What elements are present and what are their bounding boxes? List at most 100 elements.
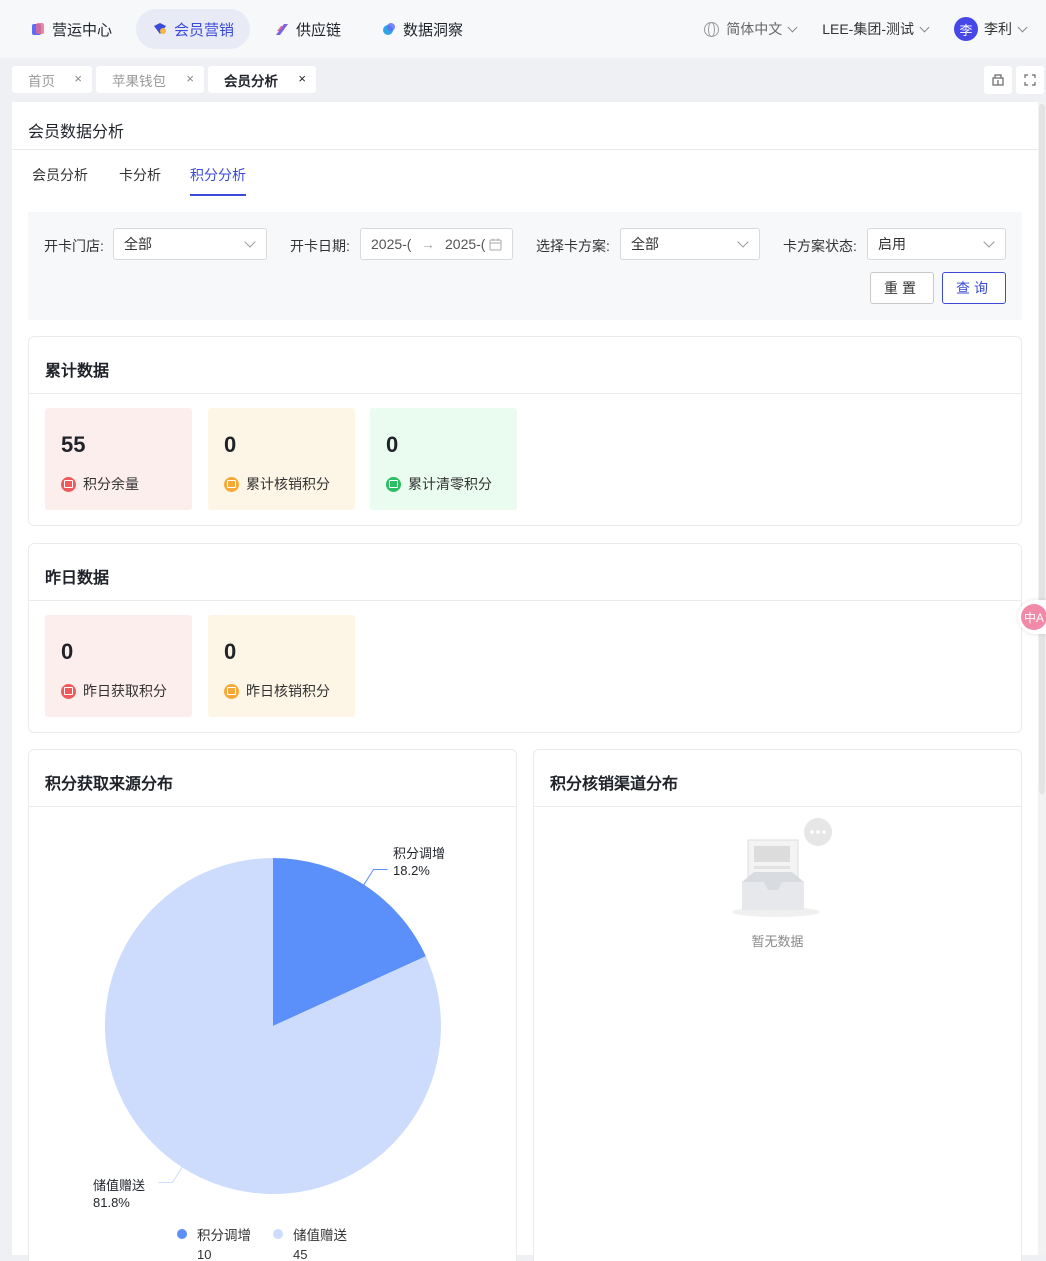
stat-label-row: 累计核销积分 (224, 474, 330, 494)
date-start[interactable]: 2025-( (371, 236, 411, 252)
legend-value: 45 (293, 1247, 308, 1261)
divider (12, 149, 1038, 150)
translate-button[interactable]: 中A (1018, 600, 1046, 634)
stat-value: 0 (61, 639, 74, 664)
chevron-down-icon (919, 22, 930, 32)
building-icon (992, 74, 1004, 86)
pie-label-pct: 18.2% (393, 863, 430, 878)
scrollbar-thumb[interactable] (1039, 104, 1045, 794)
stat-label: 昨日获取积分 (83, 683, 167, 699)
chevron-down-icon (244, 236, 256, 248)
tab-member-analysis[interactable]: 会员分析 × (208, 66, 316, 93)
globe-icon (704, 21, 720, 37)
stat-label: 积分余量 (83, 476, 139, 492)
channel-chart-card: 积分核销渠道分布 暂无数据 (533, 749, 1022, 1261)
card-title: 累计数据 (45, 363, 110, 380)
pie-label-adjust: 积分调增 18.2% (393, 845, 445, 879)
plan-select[interactable]: 全部 (620, 228, 760, 260)
nav-operations-label: 营运中心 (52, 21, 113, 39)
status-value: 启用 (878, 236, 906, 252)
page-title: 会员数据分析 (28, 124, 125, 141)
filter-area: 开卡门店: 全部 开卡日期: 2025-( → 2025-( 选择卡方案: 全部… (28, 212, 1022, 320)
reset-button[interactable]: 重置 (870, 272, 934, 304)
stat-value: 0 (386, 432, 399, 457)
nav-operations[interactable]: 营运中心 (14, 9, 128, 49)
language-selector[interactable]: 简体中文 (704, 19, 798, 39)
legend-label: 储值赠送 (293, 1228, 347, 1243)
stat-total-cleared: 0 累计清零积分 (370, 408, 517, 510)
plan-value: 全部 (631, 236, 659, 252)
nav-supply-chain[interactable]: 供应链 (258, 9, 357, 49)
store-label: 开卡门店: (44, 238, 104, 254)
stat-total-redeemed: 0 累计核销积分 (208, 408, 355, 510)
divider (29, 600, 1021, 601)
legend-label: 积分调增 (197, 1228, 251, 1243)
status-label: 卡方案状态: (783, 238, 857, 254)
stat-label-row: 积分余量 (61, 474, 139, 494)
tab-apple-wallet[interactable]: 苹果钱包 × (96, 66, 204, 93)
stat-yesterday-redeemed: 0 昨日核销积分 (208, 615, 355, 717)
nav-right: 简体中文 LEE-集团-测试 李 李利 (704, 0, 1028, 58)
nav-member-marketing[interactable]: 会员营销 (136, 9, 251, 49)
legend-dot (273, 1229, 283, 1239)
language-label: 简体中文 (726, 21, 783, 37)
pie-leader-line-0 (363, 869, 388, 885)
pie-label-name: 储值赠送 (93, 1178, 146, 1193)
operations-icon (32, 23, 44, 35)
tab-home[interactable]: 首页 × (12, 66, 92, 93)
card-title: 积分核销渠道分布 (550, 776, 679, 793)
stat-points-balance: 55 积分余量 (45, 408, 192, 510)
close-icon[interactable]: × (186, 71, 194, 86)
stat-label: 累计核销积分 (246, 476, 330, 492)
stat-value: 0 (224, 639, 237, 664)
stat-label: 昨日核销积分 (246, 683, 330, 699)
empty-text: 暂无数据 (751, 934, 804, 949)
avatar: 李 (954, 17, 978, 41)
fullscreen-icon[interactable] (1016, 66, 1044, 94)
tab-member-analysis-label: 会员分析 (224, 73, 278, 89)
source-chart-card: 积分获取来源分布 积分调增 18.2% 储值赠送 81.8% 积分调增 储值赠送… (28, 749, 517, 1261)
calendar-icon (489, 238, 502, 251)
date-separator: → (421, 236, 435, 252)
coin-icon (224, 683, 239, 699)
subtab-member-analysis[interactable]: 会员分析 (32, 165, 88, 185)
home-icon[interactable] (984, 66, 1012, 94)
plan-label: 选择卡方案: (536, 238, 610, 254)
legend-item-stored-gift[interactable]: 储值赠送 (273, 1224, 347, 1244)
chevron-down-icon (983, 236, 995, 248)
member-marketing-icon (154, 23, 167, 34)
subtab-points-analysis[interactable]: 积分分析 (190, 165, 246, 185)
coin-icon (224, 476, 239, 492)
card-title: 昨日数据 (45, 570, 110, 587)
stat-yesterday-earned: 0 昨日获取积分 (45, 615, 192, 717)
pie-label-pct: 81.8% (93, 1195, 130, 1210)
stat-label: 累计清零积分 (408, 476, 492, 492)
stat-value: 0 (224, 432, 237, 457)
close-icon[interactable]: × (298, 71, 306, 86)
wallet-icon (61, 683, 76, 699)
chevron-down-icon (737, 236, 749, 248)
org-selector[interactable]: LEE-集团-测试 (822, 19, 930, 39)
stat-label-row: 累计清零积分 (386, 474, 492, 494)
subtab-card-analysis[interactable]: 卡分析 (119, 165, 161, 185)
status-select[interactable]: 启用 (867, 228, 1006, 260)
active-tab-indicator (190, 194, 246, 196)
pie-label-name: 积分调增 (393, 846, 446, 861)
query-button[interactable]: 查询 (942, 272, 1006, 304)
store-select[interactable]: 全部 (113, 228, 267, 260)
nav-member-marketing-label: 会员营销 (174, 21, 235, 39)
expand-icon (1024, 74, 1036, 86)
user-menu[interactable]: 李 李利 (954, 17, 1028, 41)
translate-icon: 中A (1021, 604, 1046, 630)
divider (534, 806, 1021, 807)
date-end[interactable]: 2025-( (445, 236, 485, 252)
date-range-picker[interactable]: 2025-( → 2025-( (360, 228, 513, 260)
pie-leader-line-1 (158, 1167, 183, 1183)
pie-label-stored-gift: 储值赠送 81.8% (93, 1177, 145, 1211)
nav-data-insight-label: 数据洞察 (403, 21, 464, 39)
org-label: LEE-集团-测试 (822, 21, 914, 37)
close-icon[interactable]: × (74, 71, 82, 86)
nav-data-insight[interactable]: 数据洞察 (365, 9, 479, 49)
legend-item-adjust[interactable]: 积分调增 (177, 1224, 251, 1244)
cash-icon (386, 476, 401, 492)
